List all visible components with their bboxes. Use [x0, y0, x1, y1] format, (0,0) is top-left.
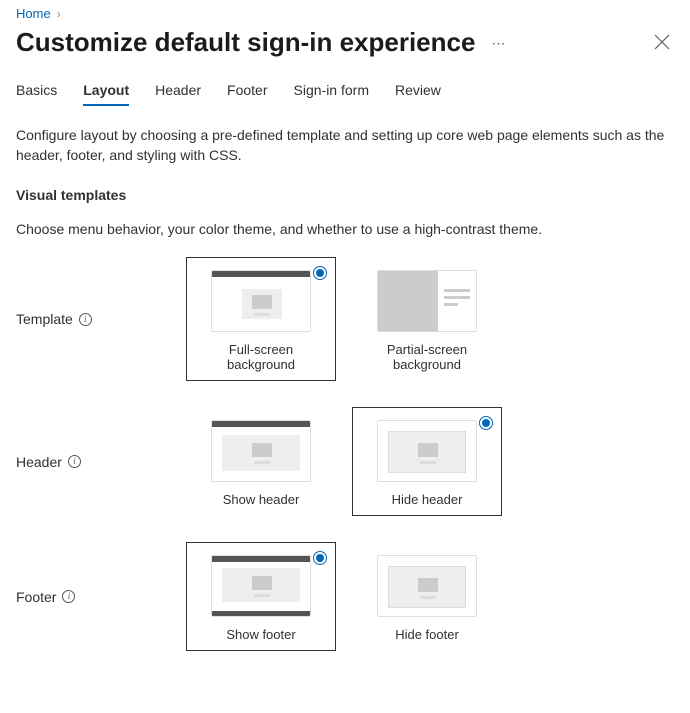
tab-sign-in-form[interactable]: Sign-in form: [294, 78, 369, 106]
footer-option-show[interactable]: Show footer: [186, 542, 336, 651]
tab-header[interactable]: Header: [155, 78, 201, 106]
header-option-show-label: Show header: [223, 492, 300, 507]
info-icon[interactable]: i: [62, 590, 75, 603]
page-title: Customize default sign-in experience: [16, 27, 475, 58]
radio-selected-icon: [479, 416, 493, 430]
footer-option-hide-label: Hide footer: [395, 627, 459, 642]
header-label: Header i: [16, 454, 186, 470]
close-button[interactable]: [654, 34, 670, 50]
template-label: Template i: [16, 311, 186, 327]
footer-label-text: Footer: [16, 589, 56, 605]
thumbnail-partial-screen: [377, 270, 477, 332]
visual-templates-heading: Visual templates: [16, 187, 674, 203]
tab-basics[interactable]: Basics: [16, 78, 57, 106]
info-icon[interactable]: i: [68, 455, 81, 468]
template-option-full-label: Full-screen background: [195, 342, 327, 372]
tab-layout[interactable]: Layout: [83, 78, 129, 106]
footer-option-show-label: Show footer: [226, 627, 295, 642]
footer-label: Footer i: [16, 589, 186, 605]
info-icon[interactable]: i: [79, 313, 92, 326]
header-label-text: Header: [16, 454, 62, 470]
thumbnail-show-header: [211, 420, 311, 482]
footer-option-hide[interactable]: Hide footer: [352, 542, 502, 651]
header-option-hide[interactable]: Hide header: [352, 407, 502, 516]
template-option-full-screen[interactable]: Full-screen background: [186, 257, 336, 381]
header-option-show[interactable]: Show header: [186, 407, 336, 516]
thumbnail-hide-footer: [377, 555, 477, 617]
template-label-text: Template: [16, 311, 73, 327]
visual-templates-sub: Choose menu behavior, your color theme, …: [16, 221, 674, 237]
tab-footer[interactable]: Footer: [227, 78, 267, 106]
layout-description: Configure layout by choosing a pre-defin…: [16, 126, 666, 165]
more-actions-button[interactable]: ⋯: [485, 32, 511, 54]
template-option-group: Template i Full-screen background Partia…: [16, 257, 674, 381]
tab-bar: Basics Layout Header Footer Sign-in form…: [16, 78, 674, 106]
thumbnail-hide-header: [377, 420, 477, 482]
radio-selected-icon: [313, 551, 327, 565]
breadcrumb-home-link[interactable]: Home: [16, 6, 51, 21]
radio-selected-icon: [313, 266, 327, 280]
breadcrumb: Home ›: [16, 6, 674, 21]
footer-option-group: Footer i Show footer Hide footer: [16, 542, 674, 651]
header-option-group: Header i Show header Hide header: [16, 407, 674, 516]
chevron-right-icon: ›: [57, 7, 61, 21]
thumbnail-show-footer: [211, 555, 311, 617]
template-option-partial-screen[interactable]: Partial-screen background: [352, 257, 502, 381]
close-icon: [654, 34, 670, 50]
tab-review[interactable]: Review: [395, 78, 441, 106]
template-option-partial-label: Partial-screen background: [361, 342, 493, 372]
header-option-hide-label: Hide header: [392, 492, 463, 507]
thumbnail-full-screen: [211, 270, 311, 332]
